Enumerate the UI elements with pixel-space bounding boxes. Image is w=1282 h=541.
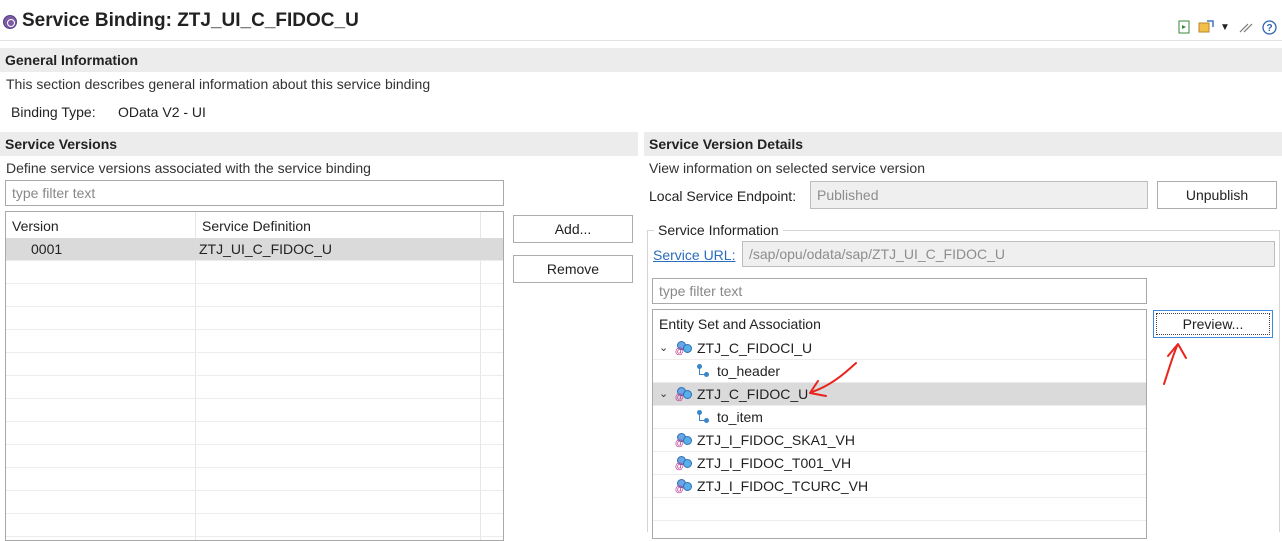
- table-row[interactable]: 0001 ZTJ_UI_C_FIDOC_U: [6, 238, 503, 261]
- chevron-down-icon[interactable]: ⌄: [659, 341, 668, 354]
- endpoint-field: Published: [810, 181, 1148, 209]
- tree-header: Entity Set and Association: [659, 316, 821, 332]
- service-binding-icon: [3, 15, 17, 29]
- service-versions-header: Service Versions: [0, 132, 638, 156]
- table-row-empty: [6, 514, 503, 537]
- run-config-icon[interactable]: [1198, 19, 1214, 35]
- chevron-down-icon[interactable]: ⌄: [659, 387, 668, 400]
- table-row-empty: [6, 491, 503, 514]
- service-url-field: /sap/opu/odata/sap/ZTJ_UI_C_FIDOC_U: [742, 241, 1275, 267]
- chevron-down-icon[interactable]: ▼: [1219, 19, 1231, 35]
- tree-node-association[interactable]: to_header: [653, 360, 1146, 383]
- column-header-service-definition[interactable]: Service Definition: [202, 215, 311, 238]
- table-row-empty: [6, 445, 503, 468]
- table-row-empty: [6, 399, 503, 422]
- entity-name: ZTJ_I_FIDOC_SKA1_VH: [697, 432, 855, 448]
- service-version-details-header: Service Version Details: [644, 132, 1282, 156]
- entity-set-icon: @: [675, 432, 694, 448]
- tree-node-entity-selected[interactable]: ⌄ @ ZTJ_C_FIDOC_U: [653, 383, 1146, 406]
- red-arrow-annotation-entity: [809, 362, 857, 397]
- versions-table[interactable]: Version Service Definition 0001 ZTJ_UI_C…: [5, 211, 504, 541]
- service-url-link[interactable]: Service URL:: [653, 247, 735, 263]
- binding-type-value: OData V2 - UI: [118, 104, 206, 120]
- entity-name: ZTJ_I_FIDOC_TCURC_VH: [697, 478, 869, 494]
- table-header: Version Service Definition: [6, 215, 503, 238]
- edit-wand-icon[interactable]: [1238, 19, 1254, 35]
- table-row-empty: [6, 261, 503, 284]
- table-row-empty: [6, 284, 503, 307]
- general-info-header: General Information: [0, 48, 1282, 72]
- association-icon: [697, 363, 711, 379]
- tree-node-entity[interactable]: @ ZTJ_I_FIDOC_T001_VH: [653, 452, 1146, 475]
- association-name: to_header: [717, 363, 781, 379]
- general-info-description: This section describes general informati…: [6, 76, 431, 92]
- entity-set-icon: @: [675, 478, 694, 494]
- red-arrow-annotation-preview: [1163, 343, 1187, 385]
- remove-button[interactable]: Remove: [513, 255, 633, 283]
- table-row-empty: [6, 353, 503, 376]
- table-row-empty: [6, 376, 503, 399]
- endpoint-label: Local Service Endpoint:: [649, 188, 797, 204]
- entity-name: ZTJ_C_FIDOC_U: [697, 386, 809, 402]
- entity-name: ZTJ_C_FIDOCI_U: [697, 340, 813, 356]
- entity-set-icon: @: [675, 455, 694, 471]
- service-versions-description: Define service versions associated with …: [6, 160, 371, 176]
- help-icon[interactable]: ?: [1261, 19, 1277, 35]
- tree-node-entity[interactable]: @ ZTJ_I_FIDOC_SKA1_VH: [653, 429, 1146, 452]
- unpublish-button[interactable]: Unpublish: [1157, 181, 1277, 209]
- preview-button[interactable]: Preview...: [1153, 310, 1273, 338]
- column-header-version[interactable]: Version: [12, 215, 59, 238]
- add-button[interactable]: Add...: [513, 215, 633, 243]
- table-row-empty: [6, 468, 503, 491]
- table-row-empty: [6, 330, 503, 353]
- entity-name: ZTJ_I_FIDOC_T001_VH: [697, 455, 852, 471]
- versions-filter-input[interactable]: type filter text: [5, 180, 504, 206]
- svg-text:?: ?: [1266, 23, 1272, 34]
- entity-tree[interactable]: Entity Set and Association ⌄ @ ZTJ_C_FID…: [652, 309, 1147, 539]
- service-information-label: Service Information: [654, 222, 783, 238]
- association-icon: [697, 409, 711, 425]
- tree-row-empty: [653, 498, 1146, 521]
- table-row-empty: [6, 307, 503, 330]
- page-title: Service Binding: ZTJ_UI_C_FIDOC_U: [22, 10, 359, 31]
- table-row-empty: [6, 422, 503, 445]
- entity-filter-input[interactable]: type filter text: [652, 278, 1147, 304]
- association-name: to_item: [717, 409, 763, 425]
- entity-set-icon: @: [675, 386, 694, 402]
- tree-node-entity[interactable]: ⌄ @ ZTJ_C_FIDOCI_U: [653, 337, 1146, 360]
- binding-type-label: Binding Type:: [11, 104, 96, 120]
- entity-set-icon: @: [675, 340, 694, 356]
- version-cell: 0001: [31, 241, 63, 257]
- tree-node-association[interactable]: to_item: [653, 406, 1146, 429]
- service-version-details-description: View information on selected service ver…: [649, 160, 925, 176]
- header-divider: [0, 40, 1282, 41]
- tree-node-entity[interactable]: @ ZTJ_I_FIDOC_TCURC_VH: [653, 475, 1146, 498]
- service-definition-cell: ZTJ_UI_C_FIDOC_U: [199, 241, 333, 257]
- publish-icon[interactable]: [1176, 19, 1192, 35]
